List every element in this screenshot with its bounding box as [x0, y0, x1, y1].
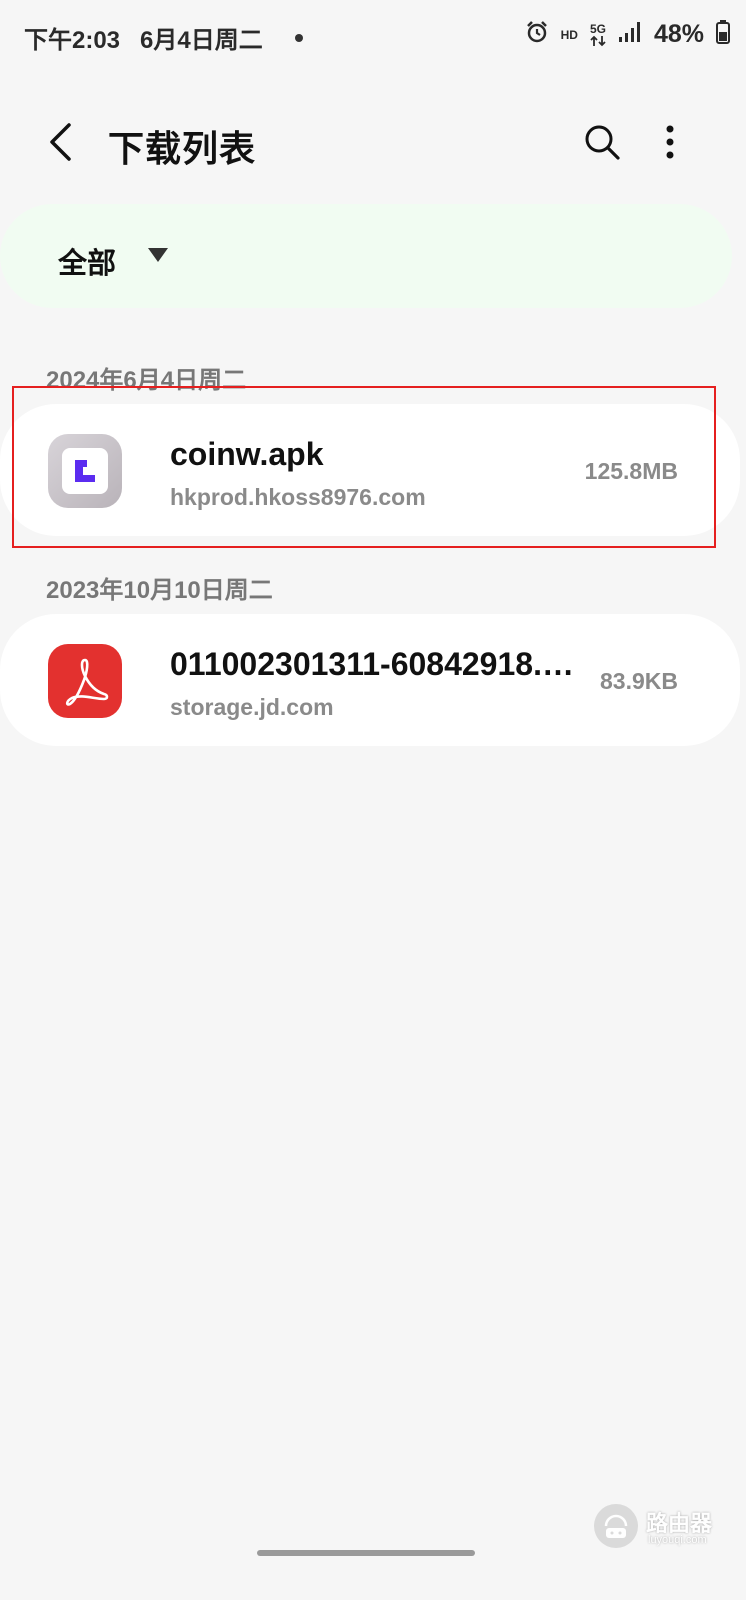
- search-icon: [585, 125, 620, 160]
- app-bar: 下载列表: [0, 100, 746, 190]
- watermark-router-icon: [594, 1504, 638, 1548]
- section-date-header: 2023年10月10日周二: [46, 577, 273, 604]
- alarm-icon: [525, 20, 549, 49]
- page-title: 下载列表: [108, 128, 257, 169]
- status-left: 下午2:03 6月4日周二: [24, 20, 303, 55]
- back-button[interactable]: [32, 112, 88, 172]
- home-indicator[interactable]: [257, 1550, 475, 1556]
- status-date: 6月4日周二: [140, 27, 263, 54]
- filter-selected-label: 全部: [58, 248, 117, 280]
- download-item-size: 83.9KB: [600, 668, 678, 694]
- watermark: 路由器 luyouqi.com: [592, 1502, 732, 1558]
- section-date-header: 2024年6月4日周二: [46, 367, 247, 394]
- status-time: 下午2:03: [24, 27, 121, 54]
- data-arrows-icon: [590, 35, 606, 46]
- filter-dropdown[interactable]: 全部: [0, 204, 732, 308]
- caret-down-icon: [148, 248, 168, 262]
- download-item[interactable]: coinw.apk hkprod.hkoss8976.com 125.8MB: [0, 404, 740, 536]
- battery-icon: [716, 20, 730, 49]
- download-item-name: 011002301311-60842918.pdf: [170, 646, 586, 682]
- signal-icon: [618, 21, 642, 48]
- battery-percent: 48%: [653, 20, 704, 48]
- pdf-icon: [48, 644, 122, 718]
- more-vertical-icon: [666, 125, 674, 159]
- download-item-name: coinw.apk: [170, 436, 324, 472]
- hd-badge: HD: [560, 27, 578, 42]
- network-type: 5G: [589, 21, 606, 36]
- notification-dot-icon: [294, 33, 303, 42]
- coinw-app-icon: [48, 434, 122, 508]
- download-item[interactable]: 011002301311-60842918.pdf storage.jd.com…: [0, 614, 740, 746]
- search-button[interactable]: [574, 114, 630, 170]
- network-indicator: 5G: [590, 23, 606, 47]
- download-item-source: hkprod.hkoss8976.com: [170, 484, 426, 510]
- download-item-source: storage.jd.com: [170, 694, 334, 720]
- more-options-button[interactable]: [648, 114, 692, 170]
- status-bar: 下午2:03 6月4日周二 HD 5G 48%: [0, 0, 746, 72]
- download-item-size: 125.8MB: [584, 458, 678, 484]
- coinw-logo: [62, 448, 108, 494]
- watermark-url: luyouqi.com: [648, 1534, 707, 1546]
- status-right: HD 5G 48%: [525, 20, 730, 49]
- back-arrow-icon: [50, 123, 71, 161]
